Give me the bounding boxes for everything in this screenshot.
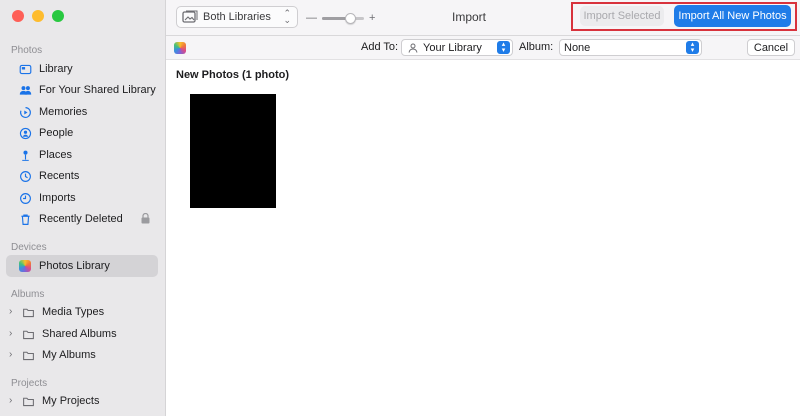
library-filter-value: Both Libraries xyxy=(203,11,271,23)
album-select[interactable]: None ▴ ▾ xyxy=(559,39,702,56)
sidebar-section-albums: Albums xyxy=(11,289,45,300)
import-options-bar: Add To: Your Library ▴ ▾ Album: None ▴ ▾ C… xyxy=(166,36,800,60)
sidebar-item-label: Media Types xyxy=(42,306,105,318)
chevron-updown-icon: ▴ ▾ xyxy=(686,41,699,54)
toolbar: Both Libraries ⌃ ⌄ — + Import Import Sele… xyxy=(166,0,800,36)
sidebar-section-projects: Projects xyxy=(11,378,48,389)
sidebar-item-label: Places xyxy=(39,149,73,161)
folder-icon xyxy=(20,304,36,320)
sidebar-item-for-your-shared-library[interactable]: For Your Shared Library xyxy=(6,79,158,101)
chevron-updown-icon: ⌃ ⌄ xyxy=(283,8,291,25)
photo-thumbnail[interactable] xyxy=(190,94,276,208)
recents-clock-icon xyxy=(17,168,33,184)
sidebar-item-label: Photos Library xyxy=(39,260,110,272)
zoom-control: — + xyxy=(306,12,375,24)
lock-icon xyxy=(141,212,150,227)
chevron-right-icon[interactable]: › xyxy=(9,328,12,339)
imports-clock-icon xyxy=(17,190,33,206)
sidebar-item-my-projects[interactable]: › My Projects xyxy=(6,390,158,412)
sidebar-item-my-albums[interactable]: › My Albums xyxy=(6,344,158,366)
photo-library-icon xyxy=(182,10,198,24)
photos-app-icon xyxy=(174,42,186,54)
photos-app-icon xyxy=(17,258,33,274)
library-icon xyxy=(17,61,33,77)
sidebar-item-photos-library[interactable]: Photos Library xyxy=(6,255,158,277)
trash-icon xyxy=(17,211,33,227)
sidebar-item-library[interactable]: Library xyxy=(6,58,158,80)
sidebar-item-recently-deleted[interactable]: Recently Deleted xyxy=(6,208,158,230)
sidebar-item-label: People xyxy=(39,127,74,139)
chevron-right-icon[interactable]: › xyxy=(9,395,12,406)
person-icon xyxy=(408,43,418,53)
sidebar-section-devices: Devices xyxy=(11,242,47,253)
import-content-area: New Photos (1 photo) xyxy=(166,61,800,416)
sidebar-item-label: Library xyxy=(39,63,73,75)
folder-icon xyxy=(20,393,36,409)
sidebar-item-people[interactable]: People xyxy=(6,122,158,144)
add-to-value: Your Library xyxy=(423,41,482,54)
zoom-slider[interactable] xyxy=(322,12,364,24)
fullscreen-window-button[interactable] xyxy=(52,10,64,22)
zoom-out-icon[interactable]: — xyxy=(306,12,317,24)
sidebar-item-label: Memories xyxy=(39,106,88,118)
chevron-right-icon[interactable]: › xyxy=(9,349,12,360)
sidebar-item-label: For Your Shared Library xyxy=(39,84,156,96)
sidebar-item-label: Imports xyxy=(39,192,76,204)
add-to-label: Add To: xyxy=(361,41,399,53)
window-title: Import xyxy=(452,10,487,24)
cancel-button[interactable]: Cancel xyxy=(747,39,795,56)
album-label: Album: xyxy=(519,41,554,53)
zoom-slider-knob[interactable] xyxy=(345,12,357,24)
shared-people-icon xyxy=(17,82,33,98)
sidebar-item-shared-albums[interactable]: › Shared Albums xyxy=(6,323,158,345)
zoom-in-icon[interactable]: + xyxy=(369,12,375,24)
sidebar-item-label: Shared Albums xyxy=(42,328,117,340)
import-selected-button[interactable]: Import Selected xyxy=(580,6,664,26)
sidebar-section-photos: Photos xyxy=(11,45,43,56)
sidebar-item-label: Recents xyxy=(39,170,80,182)
sidebar-item-memories[interactable]: Memories xyxy=(6,101,158,123)
places-pin-icon xyxy=(17,147,33,163)
sidebar-item-label: Recently Deleted xyxy=(39,213,123,225)
import-all-new-photos-button[interactable]: Import All New Photos xyxy=(674,5,791,27)
people-icon xyxy=(17,125,33,141)
album-value: None xyxy=(564,41,591,54)
sidebar-item-recents[interactable]: Recents xyxy=(6,165,158,187)
sidebar-item-label: My Albums xyxy=(42,349,96,361)
sidebar-item-imports[interactable]: Imports xyxy=(6,187,158,209)
add-to-select[interactable]: Your Library ▴ ▾ xyxy=(401,39,513,56)
window-controls xyxy=(12,10,64,22)
sidebar-item-media-types[interactable]: › Media Types xyxy=(6,301,158,323)
sidebar: Photos Library For Your Shared Library M… xyxy=(0,0,166,416)
new-photos-heading: New Photos (1 photo) xyxy=(176,69,290,81)
memories-icon xyxy=(17,104,33,120)
minimize-window-button[interactable] xyxy=(32,10,44,22)
sidebar-item-label: My Projects xyxy=(42,395,100,407)
folder-icon xyxy=(20,326,36,342)
chevron-right-icon[interactable]: › xyxy=(9,306,12,317)
close-window-button[interactable] xyxy=(12,10,24,22)
folder-icon xyxy=(20,347,36,363)
sidebar-item-places[interactable]: Places xyxy=(6,144,158,166)
library-filter-select[interactable]: Both Libraries ⌃ ⌄ xyxy=(176,6,298,28)
chevron-updown-icon: ▴ ▾ xyxy=(497,41,510,54)
